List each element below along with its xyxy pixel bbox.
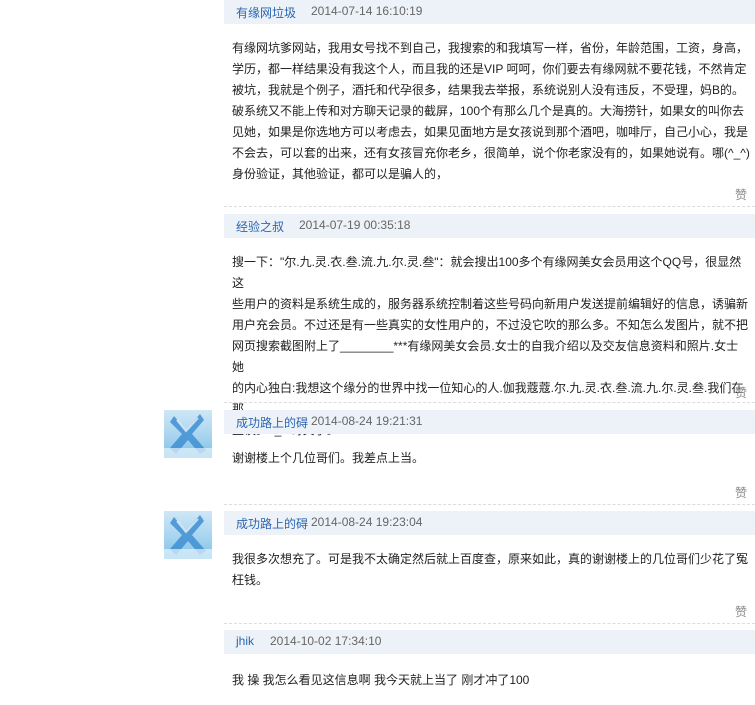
- post-5: jhik 2014-10-02 17:34:10 我 操 我怎么看见这信息啊 我…: [0, 630, 755, 705]
- user-avatar[interactable]: [164, 410, 212, 458]
- post-content: 我 操 我怎么看见这信息啊 我今天就上当了 刚才冲了100: [232, 673, 530, 687]
- author-link[interactable]: 经验之叔: [236, 218, 284, 235]
- post-content: 谢谢楼上个几位哥们。我差点上当。: [232, 451, 425, 465]
- author-link[interactable]: 成功路上的碍: [236, 414, 308, 431]
- post-content: 有缘网坑爹网站，我用女号找不到自己，我搜索的和我填写一样，省份，年龄范围，工资，…: [232, 41, 750, 181]
- like-button[interactable]: 赞: [735, 603, 747, 620]
- author-link[interactable]: jhik: [236, 634, 254, 648]
- post-header: 有缘网垃圾 2014-07-14 16:10:19: [224, 0, 755, 24]
- like-button[interactable]: 赞: [735, 484, 747, 501]
- post-4: 成功路上的碍 2014-08-24 19:23:04 我很多次想充了。可是我不太…: [0, 511, 755, 626]
- divider: [224, 504, 755, 505]
- author-link[interactable]: 有缘网垃圾: [236, 4, 296, 21]
- post-time: 2014-10-02 17:34:10: [270, 634, 382, 648]
- post-content: 我很多次想充了。可是我不太确定然后就上百度查，原来如此，真的谢谢楼上的几位哥们少…: [232, 552, 749, 587]
- post-header: 经验之叔 2014-07-19 00:35:18: [224, 214, 755, 238]
- post-3: 成功路上的碍 2014-08-24 19:21:31 谢谢楼上个几位哥们。我差点…: [0, 410, 755, 505]
- post-header: 成功路上的碍 2014-08-24 19:21:31: [224, 410, 755, 434]
- post-time: 2014-07-14 16:10:19: [311, 4, 423, 18]
- divider: [224, 402, 755, 403]
- post-header: 成功路上的碍 2014-08-24 19:23:04: [224, 511, 755, 535]
- post-2: 经验之叔 2014-07-19 00:35:18 搜一下："尔.九.灵.衣.叁.…: [0, 214, 755, 437]
- post-time: 2014-08-24 19:23:04: [311, 515, 423, 529]
- divider: [224, 623, 755, 624]
- post-time: 2014-07-19 00:35:18: [299, 218, 411, 232]
- blue-x-avatar-icon: [164, 414, 212, 458]
- blue-x-avatar-icon: [164, 515, 212, 559]
- user-avatar[interactable]: [164, 511, 212, 559]
- post-time: 2014-08-24 19:21:31: [311, 414, 423, 428]
- divider: [224, 206, 755, 207]
- like-button[interactable]: 赞: [735, 384, 747, 401]
- like-button[interactable]: 赞: [735, 186, 747, 203]
- post-header: jhik 2014-10-02 17:34:10: [224, 630, 755, 654]
- post-1: 有缘网垃圾 2014-07-14 16:10:19 有缘网坑爹网站，我用女号找不…: [0, 0, 755, 205]
- author-link[interactable]: 成功路上的碍: [236, 515, 308, 532]
